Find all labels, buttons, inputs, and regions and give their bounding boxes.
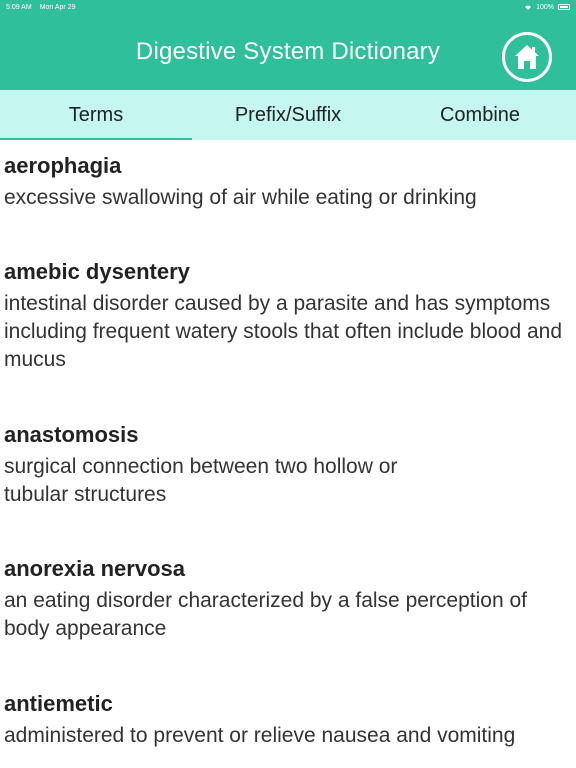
home-button[interactable] bbox=[502, 32, 552, 82]
wifi-icon bbox=[525, 5, 532, 10]
list-item[interactable]: aerophagia excessive swallowing of air w… bbox=[4, 152, 564, 212]
page-title: Digestive System Dictionary bbox=[135, 38, 441, 65]
term-name: anorexia nervosa bbox=[4, 556, 185, 581]
battery-percent: 100% bbox=[536, 3, 554, 11]
tab-terms-label: Terms bbox=[68, 103, 124, 126]
tab-prefix-suffix-label: Prefix/Suffix bbox=[234, 103, 342, 126]
list-item[interactable]: anastomosis surgical connection between … bbox=[4, 421, 444, 509]
tab-combine[interactable]: Combine bbox=[384, 90, 576, 140]
term-definition: intestinal disorder caused by a parasite… bbox=[4, 292, 563, 371]
term-name: amebic dysentery bbox=[4, 259, 190, 284]
term-name: aerophagia bbox=[4, 153, 122, 178]
term-definition: excessive swallowing of air while eating… bbox=[4, 186, 477, 209]
list-item[interactable]: antiemetic administered to prevent or re… bbox=[4, 690, 564, 750]
nav-bar: Digestive System Dictionary bbox=[0, 14, 576, 90]
status-bar: 5:09 AM Mon Apr 29 100% bbox=[0, 0, 576, 14]
status-time: 5:09 AM bbox=[6, 3, 32, 11]
home-icon bbox=[515, 45, 539, 69]
term-name: anastomosis bbox=[4, 422, 139, 447]
tab-bar: Terms Prefix/Suffix Combine bbox=[0, 90, 576, 140]
tab-terms[interactable]: Terms bbox=[0, 90, 192, 140]
tab-combine-label: Combine bbox=[439, 103, 521, 126]
status-date: Mon Apr 29 bbox=[39, 3, 76, 11]
term-definition: administered to prevent or relieve nause… bbox=[4, 724, 516, 747]
list-item[interactable]: anorexia nervosa an eating disorder char… bbox=[4, 555, 564, 643]
status-right: 100% bbox=[524, 4, 570, 11]
list-item[interactable]: amebic dysentery intestinal disorder cau… bbox=[4, 258, 564, 374]
term-name: antiemetic bbox=[4, 691, 113, 716]
term-definition: surgical connection between two hollow o… bbox=[4, 455, 398, 506]
term-definition: an eating disorder characterized by a fa… bbox=[4, 589, 527, 640]
status-left: 5:09 AM Mon Apr 29 bbox=[6, 4, 76, 11]
battery-icon bbox=[558, 4, 570, 10]
tab-prefix-suffix[interactable]: Prefix/Suffix bbox=[192, 90, 384, 140]
term-list[interactable]: aerophagia excessive swallowing of air w… bbox=[0, 140, 576, 768]
